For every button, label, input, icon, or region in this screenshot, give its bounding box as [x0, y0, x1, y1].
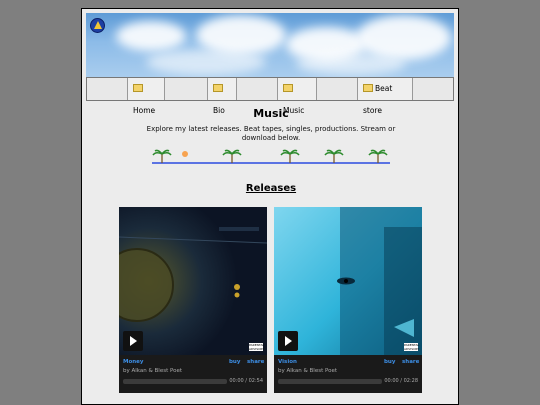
palm-tree-icon	[222, 149, 242, 163]
nav-music[interactable]: Music	[277, 78, 317, 115]
folder-icon	[213, 84, 223, 92]
releases-heading: Releases	[245, 183, 297, 194]
progress-bar[interactable]	[123, 379, 227, 384]
track-time: 00:00 / 02:28	[384, 378, 418, 384]
progress-bar[interactable]	[278, 379, 382, 384]
track-title[interactable]: Vision	[278, 359, 297, 365]
release-player-vision: PARENTAL ADVISORY Vision buy share by Al…	[274, 207, 422, 393]
nav-home[interactable]: Home	[127, 78, 165, 115]
folder-icon	[133, 84, 143, 92]
share-link[interactable]: share	[402, 359, 419, 365]
page-title: Music	[253, 107, 289, 120]
palm-tree-icon	[368, 149, 388, 163]
artist-byline[interactable]: by Alkan & Blest Poet	[123, 368, 182, 374]
palm-tree-divider	[152, 149, 390, 164]
buy-link[interactable]: buy	[384, 359, 395, 365]
play-button[interactable]	[123, 331, 143, 351]
folder-icon	[363, 84, 373, 92]
play-button[interactable]	[278, 331, 298, 351]
site-logo-icon[interactable]	[90, 18, 105, 33]
release-player-money: PARENTAL ADVISORY Money buy share by Alk…	[119, 207, 267, 393]
share-link[interactable]: share	[247, 359, 264, 365]
cover-art-vision[interactable]: PARENTAL ADVISORY	[274, 207, 422, 355]
palm-tree-icon	[324, 149, 344, 163]
palm-tree-icon	[280, 149, 300, 163]
cover-art-money[interactable]: PARENTAL ADVISORY	[119, 207, 267, 355]
page-intro: Explore my latest releases. Beat tapes, …	[146, 125, 396, 142]
sun-icon	[182, 151, 188, 157]
nav-beat-store[interactable]: Beat store	[357, 78, 413, 115]
nav-bar: Home Bio Music Beat store	[86, 77, 454, 115]
artist-byline[interactable]: by Alkan & Blest Poet	[278, 368, 337, 374]
track-title[interactable]: Money	[123, 359, 143, 365]
parental-advisory-label: PARENTAL ADVISORY	[249, 343, 265, 351]
parental-advisory-label: PARENTAL ADVISORY	[404, 343, 420, 351]
buy-link[interactable]: buy	[229, 359, 240, 365]
page-frame: Home Bio Music Beat store Music Explore …	[81, 8, 459, 405]
nav-bio[interactable]: Bio	[207, 78, 237, 115]
palm-tree-icon	[152, 149, 172, 163]
sky-banner	[86, 13, 454, 77]
track-time: 00:00 / 02:54	[229, 378, 263, 384]
folder-icon	[283, 84, 293, 92]
